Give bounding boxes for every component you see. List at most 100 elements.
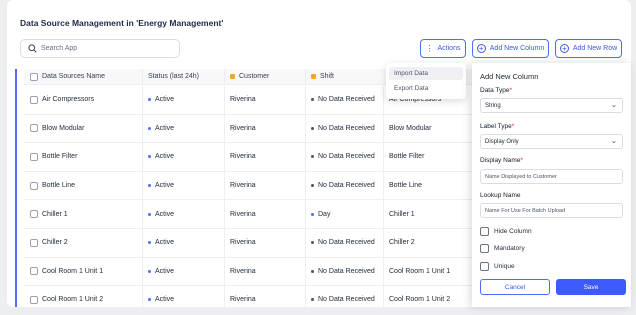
shift-dot-icon bbox=[311, 269, 314, 273]
status-dot-icon bbox=[148, 184, 151, 188]
status-dot-icon bbox=[148, 155, 151, 159]
save-button[interactable]: Save bbox=[556, 279, 626, 295]
plus-circle-icon: + bbox=[476, 44, 486, 53]
status-dot-icon bbox=[148, 212, 151, 216]
cell-customer: Riverina bbox=[224, 143, 256, 171]
cell-status: Active bbox=[142, 257, 175, 286]
cell-shift: No Data Received bbox=[305, 257, 375, 286]
chevron-down-icon: ⌄ bbox=[611, 138, 617, 145]
cell-status: Active bbox=[142, 229, 174, 257]
shift-dot-icon bbox=[311, 241, 314, 245]
cell-source-name: Chiller 2 bbox=[383, 229, 415, 257]
shift-text: No Data Received bbox=[318, 96, 375, 104]
cell-source-name: Bottle Line bbox=[383, 171, 422, 200]
status-dot-icon bbox=[148, 241, 151, 245]
data-type-value: String bbox=[485, 102, 501, 109]
header-shift-label: Shift bbox=[320, 73, 335, 80]
shift-text: No Data Received bbox=[318, 267, 375, 275]
status-dot-icon bbox=[148, 269, 151, 273]
cell-shift: No Data Received bbox=[305, 86, 375, 114]
shift-text: No Data Received bbox=[318, 239, 375, 247]
shift-dot-icon bbox=[311, 184, 314, 188]
mandatory-checkbox[interactable]: Mandatory bbox=[480, 244, 525, 253]
cell-status: Active bbox=[142, 286, 174, 314]
menu-item-export-data[interactable]: Export Data bbox=[389, 82, 463, 95]
status-text: Active bbox=[155, 267, 175, 275]
cell-data-source-name: Cool Room 1 Unit 2 bbox=[42, 296, 104, 304]
unique-label: Unique bbox=[494, 263, 515, 270]
table-accent-bar bbox=[15, 69, 17, 307]
cell-shift: No Data Received bbox=[305, 114, 375, 143]
hide-column-checkbox[interactable]: Hide Column bbox=[480, 227, 532, 236]
display-name-input[interactable] bbox=[480, 169, 623, 184]
hide-column-label: Hide Column bbox=[494, 228, 532, 235]
lookup-name-label: Lookup Name bbox=[480, 192, 521, 199]
add-column-label: Add New Column bbox=[489, 45, 545, 52]
add-row-button[interactable]: + Add New Row bbox=[555, 39, 622, 58]
menu-item-import-data[interactable]: Import Data bbox=[389, 67, 463, 80]
search-box[interactable] bbox=[20, 39, 180, 58]
cell-customer: Riverina bbox=[224, 286, 256, 314]
row-checkbox[interactable] bbox=[30, 115, 38, 143]
cancel-button[interactable]: Cancel bbox=[480, 279, 550, 295]
header-data-sources-name[interactable]: Data Sources Name bbox=[42, 69, 105, 84]
row-checkbox[interactable] bbox=[30, 143, 38, 171]
more-vertical-icon: ⋮ bbox=[425, 43, 434, 53]
shift-text: No Data Received bbox=[318, 124, 375, 132]
label-type-select[interactable]: Display Only ⌄ bbox=[480, 134, 623, 149]
cell-customer: Riverina bbox=[224, 200, 256, 228]
header-customer-label: Customer bbox=[239, 73, 270, 80]
row-checkbox[interactable] bbox=[30, 200, 38, 228]
cell-source-name: Bottle Filter bbox=[383, 143, 424, 171]
data-type-label: Data Type* bbox=[480, 87, 513, 94]
cell-customer: Riverina bbox=[224, 114, 256, 143]
status-text: Active bbox=[155, 124, 175, 132]
cell-source-name: Chiller 1 bbox=[383, 200, 415, 228]
cell-status: Active bbox=[142, 86, 174, 114]
row-checkbox[interactable] bbox=[30, 229, 38, 257]
cell-shift: Day bbox=[305, 200, 330, 228]
select-all-checkbox[interactable] bbox=[30, 69, 38, 84]
shift-text: Day bbox=[318, 210, 331, 218]
row-checkbox[interactable] bbox=[30, 286, 38, 314]
shift-dot-icon bbox=[311, 155, 314, 159]
shift-dot-icon bbox=[311, 126, 314, 130]
shift-dot-icon bbox=[311, 212, 314, 216]
data-type-select[interactable]: String ⌄ bbox=[480, 98, 623, 113]
lookup-name-input[interactable] bbox=[480, 203, 623, 218]
shift-dot-icon bbox=[311, 98, 314, 102]
add-column-button[interactable]: + Add New Column bbox=[472, 39, 549, 58]
cell-data-source-name: Air Compressors bbox=[42, 96, 95, 104]
cell-customer: Riverina bbox=[224, 86, 256, 114]
status-dot-icon bbox=[148, 126, 151, 130]
status-text: Active bbox=[155, 153, 175, 161]
header-customer[interactable]: Customer bbox=[224, 69, 269, 84]
row-checkbox[interactable] bbox=[30, 258, 38, 286]
page-title: Data Source Management in 'Energy Manage… bbox=[20, 18, 224, 28]
row-checkbox[interactable] bbox=[30, 86, 38, 114]
header-status[interactable]: Status (last 24h) bbox=[142, 69, 199, 84]
header-shift[interactable]: Shift bbox=[305, 69, 334, 84]
cell-data-source-name: Bottle Line bbox=[42, 182, 76, 190]
shift-text: No Data Received bbox=[318, 296, 375, 304]
actions-button[interactable]: ⋮ Actions bbox=[420, 39, 466, 58]
cell-data-source-name: Chiller 1 bbox=[42, 210, 68, 218]
cell-shift: No Data Received bbox=[305, 143, 375, 171]
status-text: Active bbox=[155, 210, 175, 218]
plus-circle-icon: + bbox=[559, 44, 569, 53]
cell-customer: Riverina bbox=[224, 171, 256, 200]
row-checkbox[interactable] bbox=[30, 172, 38, 200]
search-input[interactable] bbox=[41, 45, 171, 52]
unique-checkbox[interactable]: Unique bbox=[480, 262, 515, 271]
cell-source-name: Cool Room 1 Unit 1 bbox=[383, 257, 450, 286]
cell-status: Active bbox=[142, 200, 174, 228]
search-icon bbox=[28, 44, 37, 53]
cell-status: Active bbox=[142, 143, 174, 171]
shift-text: No Data Received bbox=[318, 153, 375, 161]
cell-shift: No Data Received bbox=[305, 171, 375, 200]
tag-icon bbox=[311, 74, 316, 79]
tag-icon bbox=[230, 74, 235, 79]
chevron-down-icon: ⌄ bbox=[611, 102, 617, 109]
cell-data-source-name: Blow Modular bbox=[42, 124, 85, 132]
status-text: Active bbox=[155, 296, 175, 304]
